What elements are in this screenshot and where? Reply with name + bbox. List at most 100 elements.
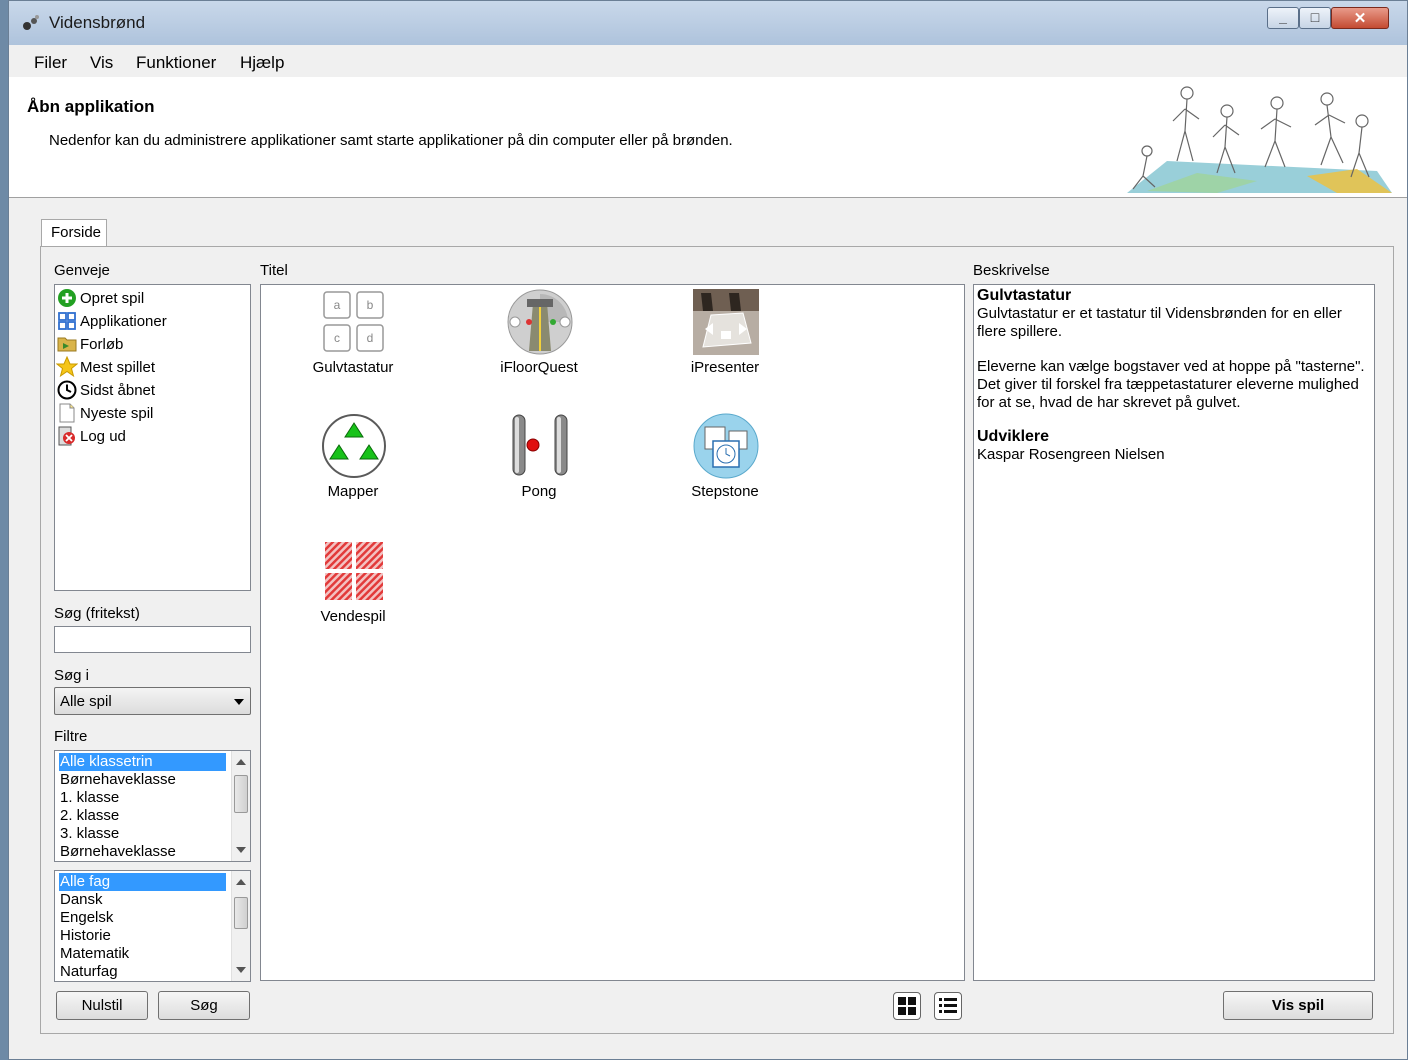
list-item[interactable]: 1. klasse xyxy=(59,789,226,807)
scroll-down-icon[interactable] xyxy=(236,967,246,973)
app-pong[interactable]: Pong xyxy=(464,411,614,523)
search-button[interactable]: Søg xyxy=(158,991,250,1020)
close-icon: ✕ xyxy=(1353,10,1367,27)
presenter-photo-icon xyxy=(693,289,759,355)
tab-page-forside: Genveje Opret spil Applikationer Forløb … xyxy=(40,246,1394,1034)
developer-name: Kaspar Rosengreen Nielsen xyxy=(977,446,1165,463)
title-bar[interactable]: Vidensbrønd _ □ ✕ xyxy=(9,1,1407,46)
svg-text:d: d xyxy=(367,331,374,345)
close-button[interactable]: ✕ xyxy=(1331,7,1389,29)
app-mapper[interactable]: Mapper xyxy=(278,411,428,523)
list-item[interactable]: 2. klasse xyxy=(59,807,226,825)
triangles-icon xyxy=(322,414,386,478)
scrollbar[interactable] xyxy=(231,871,250,981)
search-in-select[interactable]: Alle spil xyxy=(54,687,251,715)
svg-text:b: b xyxy=(367,298,374,312)
search-in-value: Alle spil xyxy=(60,693,112,710)
shortcut-mest-spillet[interactable]: Mest spillet xyxy=(56,356,155,378)
list-item[interactable]: Matematik xyxy=(59,945,226,963)
scroll-down-icon[interactable] xyxy=(236,847,246,853)
developers-heading: Udviklere xyxy=(977,428,1050,445)
svg-text:a: a xyxy=(334,298,341,312)
app-label: iPresenter xyxy=(690,359,760,376)
menu-filer[interactable]: Filer xyxy=(34,53,67,73)
menu-vis[interactable]: Vis xyxy=(90,53,113,73)
shortcut-opret-spil[interactable]: Opret spil xyxy=(56,287,144,309)
menu-hjaelp[interactable]: Hjælp xyxy=(240,53,284,73)
app-label: Gulvtastatur xyxy=(312,359,394,376)
list-item[interactable]: Historie xyxy=(59,927,226,945)
list-item[interactable]: Naturfag xyxy=(59,963,226,981)
grade-filter-list[interactable]: Alle klassetrin Børnehaveklasse 1. klass… xyxy=(54,750,251,862)
minimize-button[interactable]: _ xyxy=(1267,7,1299,29)
grid-icon xyxy=(56,310,78,332)
app-logo-icon xyxy=(23,15,39,30)
app-stepstone[interactable]: Stepstone xyxy=(650,411,800,523)
pong-icon xyxy=(512,414,568,476)
shortcuts-list: Opret spil Applikationer Forløb Mest spi… xyxy=(54,284,251,591)
app-label: Stepstone xyxy=(691,483,759,500)
show-game-button[interactable]: Vis spil xyxy=(1223,991,1373,1020)
list-view-button[interactable] xyxy=(934,992,962,1020)
star-icon xyxy=(56,356,78,378)
shortcut-label: Sidst åbnet xyxy=(80,381,156,399)
search-label: Søg (fritekst) xyxy=(54,605,140,622)
shortcut-label: Opret spil xyxy=(80,289,145,307)
shortcut-sidst-aabnet[interactable]: Sidst åbnet xyxy=(56,379,155,401)
description-panel: Gulvtastatur Gulvtastatur er et tastatur… xyxy=(973,284,1375,981)
stepstone-icon xyxy=(693,413,759,479)
logout-icon xyxy=(56,425,78,447)
filters-label: Filtre xyxy=(54,728,88,745)
tile-view-icon xyxy=(898,997,916,1015)
minimize-icon: _ xyxy=(1279,9,1287,25)
tile-view-button[interactable] xyxy=(893,992,921,1020)
shortcut-nyeste-spil[interactable]: Nyeste spil xyxy=(56,402,153,424)
page-title: Åbn applikation xyxy=(27,97,155,116)
maximize-button[interactable]: □ xyxy=(1299,7,1331,29)
menu-funktioner[interactable]: Funktioner xyxy=(136,53,216,73)
list-view-icon xyxy=(939,998,957,1013)
shortcut-log-ud[interactable]: Log ud xyxy=(56,425,126,447)
document-icon xyxy=(56,402,78,424)
shortcuts-label: Genveje xyxy=(54,262,110,279)
reset-button[interactable]: Nulstil xyxy=(56,991,148,1020)
scroll-up-icon[interactable] xyxy=(236,879,246,885)
plus-icon xyxy=(56,287,78,309)
list-item[interactable]: Dansk xyxy=(59,891,226,909)
children-playing-illustration xyxy=(1127,86,1392,193)
folder-icon xyxy=(56,333,78,355)
menu-bar: Filer Vis Funktioner Hjælp xyxy=(9,45,1407,77)
app-ifloorquest[interactable]: iFloorQuest xyxy=(464,287,614,399)
list-item[interactable]: Børnehaveklasse xyxy=(59,843,226,861)
memory-cards-icon xyxy=(325,542,383,600)
scrollbar[interactable] xyxy=(231,751,250,861)
shortcut-forloeb[interactable]: Forløb xyxy=(56,333,123,355)
subject-filter-list[interactable]: Alle fag Dansk Engelsk Historie Matemati… xyxy=(54,870,251,982)
app-ipresenter[interactable]: iPresenter xyxy=(650,287,800,399)
list-item[interactable]: 3. klasse xyxy=(59,825,226,843)
list-item[interactable]: Alle fag xyxy=(59,873,226,891)
scroll-thumb[interactable] xyxy=(234,775,248,813)
clock-icon xyxy=(56,379,78,401)
scroll-thumb[interactable] xyxy=(234,897,248,929)
shortcut-applikationer[interactable]: Applikationer xyxy=(56,310,167,332)
app-label: Vendespil xyxy=(320,608,386,625)
apps-grid: a b c d Gulvtastatur iFloorQuest iPresenter… xyxy=(260,284,965,981)
list-item[interactable]: Engelsk xyxy=(59,909,226,927)
search-in-label: Søg i xyxy=(54,667,90,684)
maximize-icon: □ xyxy=(1310,9,1320,25)
header-panel: Åbn applikation Nedenfor kan du administ… xyxy=(9,77,1407,198)
app-vendespil[interactable]: Vendespil xyxy=(278,536,428,648)
list-item[interactable]: Alle klassetrin xyxy=(59,753,226,771)
svg-text:c: c xyxy=(334,331,340,345)
shortcut-label: Applikationer xyxy=(80,312,167,330)
shortcut-label: Forløb xyxy=(80,335,124,353)
quest-icon xyxy=(507,289,573,355)
scroll-up-icon[interactable] xyxy=(236,759,246,765)
search-input[interactable] xyxy=(54,626,251,653)
tab-forside[interactable]: Forside xyxy=(41,219,107,247)
shortcut-label: Log ud xyxy=(80,427,126,445)
list-item[interactable]: Børnehaveklasse xyxy=(59,771,226,789)
window-title: Vidensbrønd xyxy=(49,13,146,32)
app-gulvtastatur[interactable]: a b c d Gulvtastatur xyxy=(278,287,428,399)
